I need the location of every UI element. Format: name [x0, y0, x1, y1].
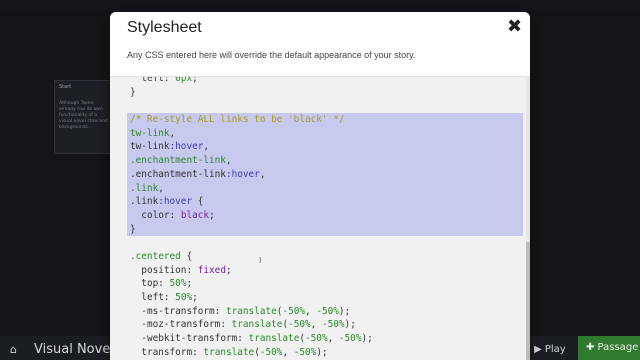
code-line[interactable]: /* Re-style ALL links to be 'black' */ [127, 113, 523, 127]
text-cursor-icon: I [259, 256, 262, 265]
editor-scrollbar[interactable] [526, 76, 530, 360]
code-line[interactable] [130, 236, 526, 250]
code-line[interactable]: -webkit-transform: translate(-50%, -50%)… [130, 332, 526, 346]
code-line[interactable]: left: 0px; [130, 76, 526, 86]
code-line[interactable]: color: black; [127, 208, 523, 223]
code-line[interactable]: tw-link:hover, [127, 140, 523, 155]
code-line[interactable]: .link, [127, 181, 523, 196]
code-line[interactable]: } [127, 222, 523, 237]
code-content[interactable]: left: 0px;} /* Re-style ALL links to be … [127, 76, 526, 360]
dialog-description: Any CSS entered here will override the d… [127, 50, 416, 60]
dialog-title: Stylesheet [127, 19, 202, 36]
code-line[interactable]: .enchantment-link:hover, [127, 167, 523, 182]
code-line[interactable]: -moz-transform: translate(-50%, -50%); [130, 318, 526, 332]
close-icon[interactable]: ✖ [507, 18, 523, 36]
code-line[interactable]: top: 50%; [130, 277, 526, 291]
code-line[interactable]: transform: translate(-50%, -50%); [130, 346, 526, 360]
code-line[interactable]: tw-link, [127, 126, 523, 141]
stylesheet-dialog: Stylesheet ✖ Any CSS entered here will o… [110, 12, 530, 360]
passage-excerpt: Although Twine already has its own funct… [59, 101, 108, 130]
home-icon[interactable]: ⌂ [10, 344, 22, 355]
passage-title: Start [59, 84, 72, 90]
code-line[interactable]: .link:hover { [127, 195, 523, 209]
code-line[interactable]: position: fixed; [130, 264, 526, 278]
code-line[interactable]: } [130, 86, 526, 100]
top-bar [0, 0, 640, 12]
dialog-header: Stylesheet ✖ Any CSS entered here will o… [110, 12, 530, 77]
code-line[interactable]: .enchantment-link, [127, 154, 523, 168]
scrollbar-thumb[interactable] [526, 242, 530, 360]
code-line[interactable] [130, 99, 526, 113]
css-code-editor[interactable]: left: 0px;} /* Re-style ALL links to be … [110, 76, 530, 360]
add-passage-button[interactable]: ✚ Passage [578, 336, 640, 360]
code-line[interactable]: left: 50%; [130, 291, 526, 305]
code-line[interactable]: .centered { [130, 250, 526, 264]
code-line[interactable]: -ms-transform: translate(-50%, -50%); [130, 305, 526, 319]
passage-card-start[interactable]: Start Although Twine already has its own… [54, 80, 114, 154]
story-title[interactable]: Visual Nove [34, 342, 110, 357]
play-button[interactable]: ▶ Play [528, 340, 580, 360]
